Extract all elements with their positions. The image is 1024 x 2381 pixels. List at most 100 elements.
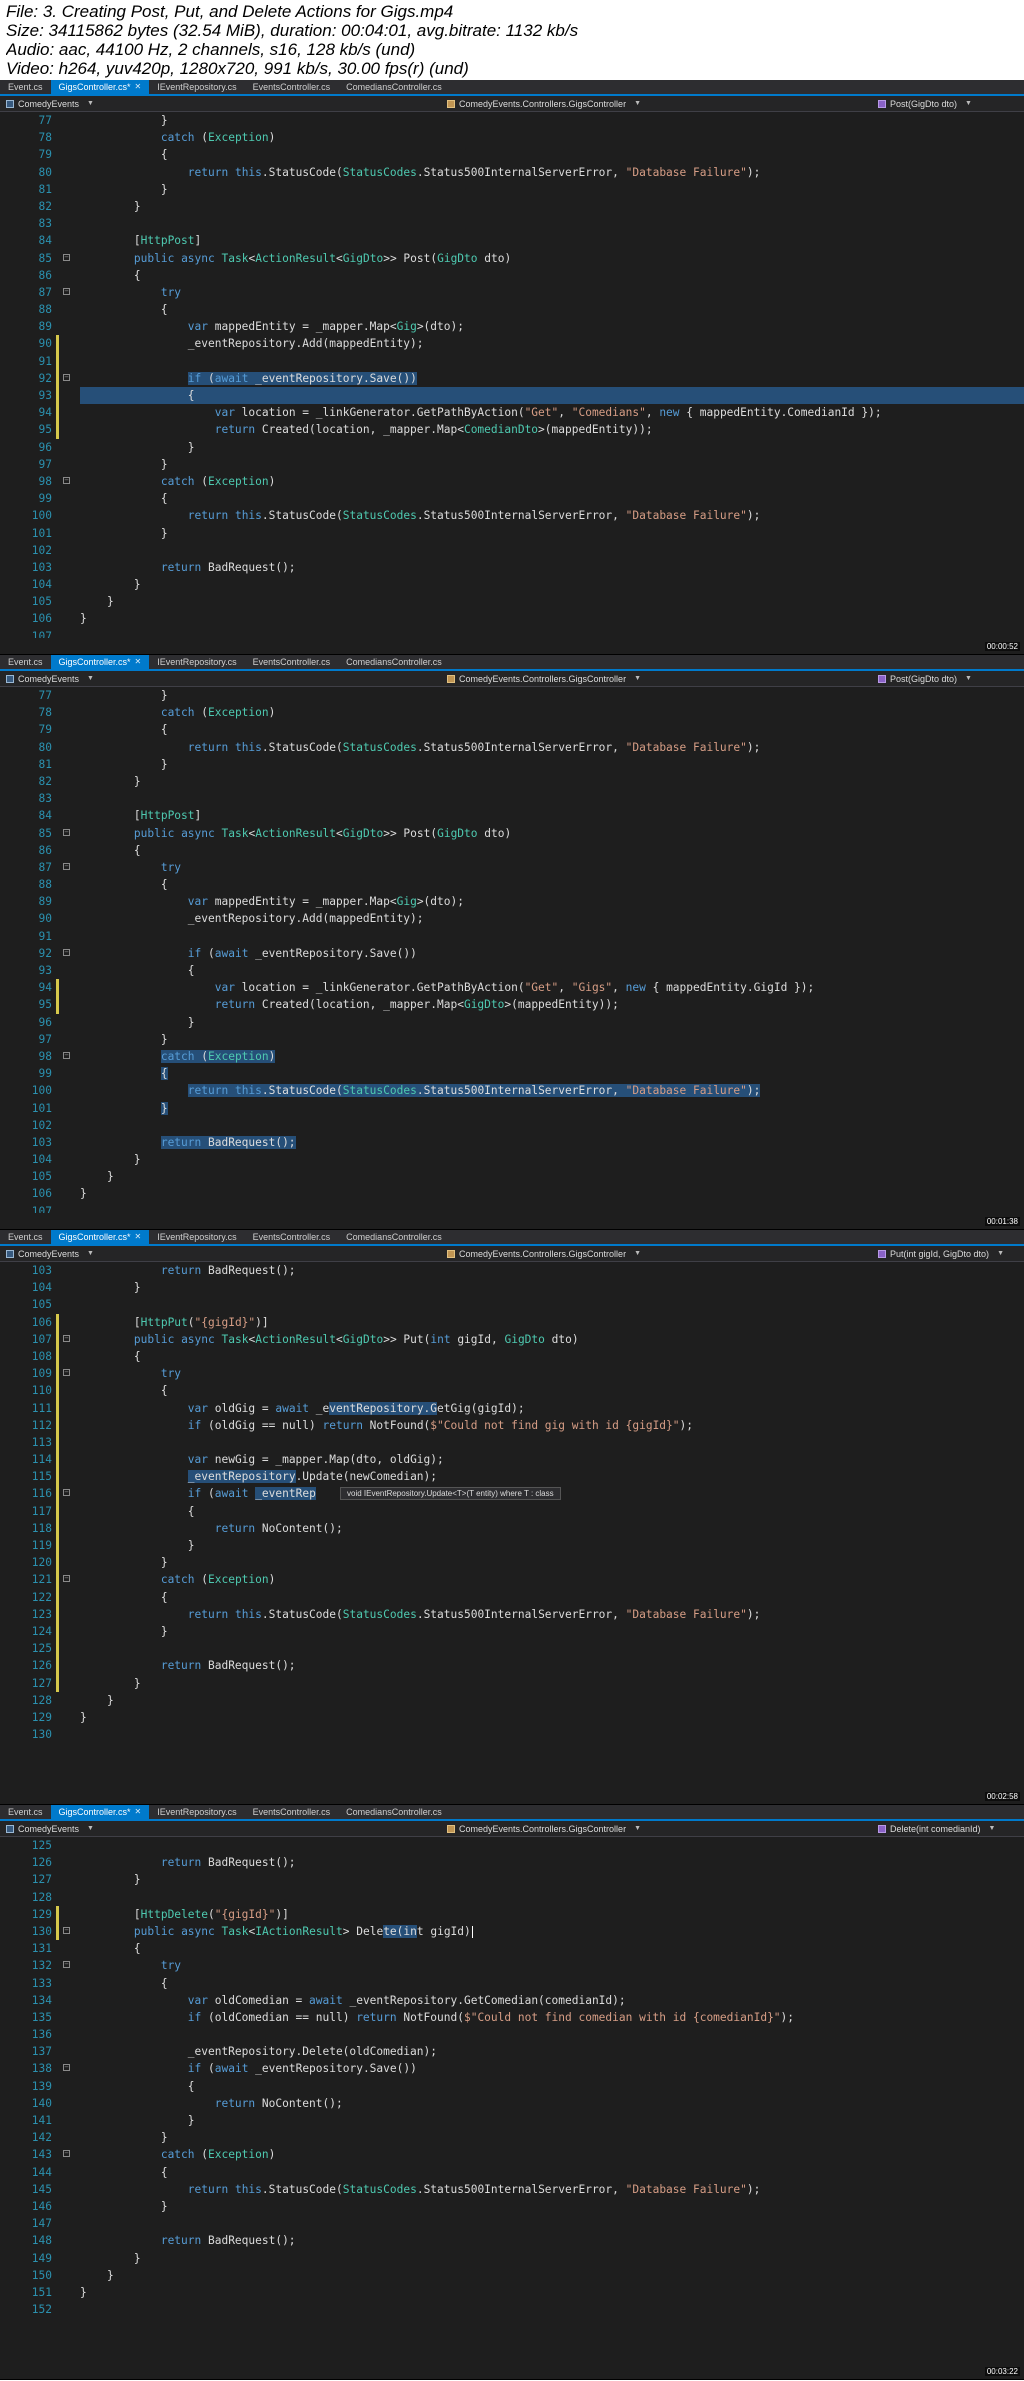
type-dropdown[interactable]: ComedyEvents.Controllers.GigsController ▼ [441,1824,872,1834]
type-dropdown[interactable]: ComedyEvents.Controllers.GigsController ▼ [441,99,872,109]
code-line[interactable]: 107 [0,628,1024,638]
code-line[interactable]: 78 catch (Exception) [0,704,1024,721]
fold-toggle[interactable]: − [58,473,76,490]
code-line[interactable]: 138 − if (await _eventRepository.Save()) [0,2060,1024,2077]
code-line[interactable]: 143 − catch (Exception) [0,2146,1024,2163]
close-icon[interactable]: ✕ [135,655,142,669]
project-dropdown[interactable]: ComedyEvents ▼ [0,1249,441,1259]
code-line[interactable]: 92 − if (await _eventRepository.Save()) [0,369,1024,387]
tab-file[interactable]: Event.cs [0,655,51,669]
tab-file[interactable]: EventsController.cs [245,1805,339,1819]
fold-toggle[interactable]: − [58,2060,76,2077]
fold-toggle[interactable]: − [58,250,76,267]
code-line[interactable]: 85 − public async Task<ActionResult<GigDt… [0,825,1024,842]
tab-file[interactable]: IEventRepository.cs [149,655,244,669]
code-line[interactable]: 142 } [0,2129,1024,2146]
tab-file[interactable]: GigsController.cs* ✕ [50,1230,150,1244]
tab-file[interactable]: ComediansController.cs [338,80,450,94]
tab-file[interactable]: ComediansController.cs [338,655,450,669]
code-line[interactable]: 88 { [0,876,1024,893]
tab-file[interactable]: IEventRepository.cs [149,1230,244,1244]
code-line[interactable]: 145 return this.StatusCode(StatusCodes.S… [0,2181,1024,2198]
code-line[interactable]: 146 } [0,2198,1024,2215]
code-line[interactable]: 150 } [0,2267,1024,2284]
code-line[interactable]: 130 − public async Task<IActionResult> De… [0,1922,1024,1941]
code-line[interactable]: 133 { [0,1975,1024,1992]
code-line[interactable]: 89 var mappedEntity = _mapper.Map<Gig>(d… [0,893,1024,910]
code-line[interactable]: 122 { [0,1588,1024,1606]
member-dropdown[interactable]: Put(int gigId, GigDto dto) ▼ [872,1249,1024,1259]
code-line[interactable]: 79 { [0,146,1024,163]
fold-toggle[interactable]: − [58,1571,76,1588]
code-line[interactable]: 81 } [0,181,1024,198]
code-line[interactable]: 103 return BadRequest(); [0,1262,1024,1279]
code-line[interactable]: 135 if (oldComedian == null) return NotF… [0,2009,1024,2026]
code-line[interactable]: 93 { [0,962,1024,979]
code-line[interactable]: 115 _eventRepository.Update(newComedian)… [0,1468,1024,1486]
code-line[interactable]: 87 − try [0,284,1024,301]
code-line[interactable]: 151} [0,2284,1024,2301]
code-line[interactable]: 112 if (oldGig == null) return NotFound(… [0,1416,1024,1434]
code-line[interactable]: 100 return this.StatusCode(StatusCodes.S… [0,507,1024,524]
code-line[interactable]: 101 } [0,525,1024,542]
code-line[interactable]: 141 } [0,2112,1024,2129]
fold-toggle[interactable]: − [58,2146,76,2163]
member-dropdown[interactable]: Post(GigDto dto) ▼ [872,674,1024,684]
code-line[interactable]: 126 return BadRequest(); [0,1854,1024,1871]
code-line[interactable]: 95 return Created(location, _mapper.Map<… [0,996,1024,1014]
code-line[interactable]: 108 { [0,1347,1024,1366]
code-line[interactable]: 139 { [0,2078,1024,2095]
tab-file[interactable]: ComediansController.cs [338,1805,450,1819]
code-line[interactable]: 94 var location = _linkGenerator.GetPath… [0,404,1024,422]
code-line[interactable]: 119 } [0,1537,1024,1555]
code-line[interactable]: 110 { [0,1382,1024,1400]
type-dropdown[interactable]: ComedyEvents.Controllers.GigsController ▼ [441,1249,872,1259]
code-editor[interactable]: 103 return BadRequest(); 104 } 105 106 [Htt… [0,1262,1024,1788]
fold-toggle[interactable]: − [58,945,76,962]
code-line[interactable]: 95 return Created(location, _mapper.Map<… [0,421,1024,439]
fold-toggle[interactable]: − [58,370,76,387]
fold-toggle[interactable]: − [58,284,76,301]
tab-file[interactable]: GigsController.cs* ✕ [50,1805,150,1819]
tab-file[interactable]: IEventRepository.cs [149,80,244,94]
code-line[interactable]: 84 [HttpPost] [0,232,1024,249]
code-line[interactable]: 92 − if (await _eventRepository.Save()) [0,945,1024,962]
project-dropdown[interactable]: ComedyEvents ▼ [0,99,441,109]
code-line[interactable]: 125 [0,1837,1024,1854]
code-line[interactable]: 93 { [0,387,1024,405]
close-icon[interactable]: ✕ [135,80,142,94]
code-line[interactable]: 104 } [0,1151,1024,1168]
tab-file[interactable]: ComediansController.cs [338,1230,450,1244]
code-line[interactable]: 87 − try [0,859,1024,876]
close-icon[interactable]: ✕ [135,1805,142,1819]
code-line[interactable]: 114 var newGig = _mapper.Map(dto, oldGig… [0,1451,1024,1469]
code-line[interactable]: 99 { [0,490,1024,507]
type-dropdown[interactable]: ComedyEvents.Controllers.GigsController ▼ [441,674,872,684]
fold-toggle[interactable]: − [58,1485,76,1502]
code-line[interactable]: 79 { [0,721,1024,738]
code-line[interactable]: 106} [0,1185,1024,1202]
code-line[interactable]: 99 { [0,1065,1024,1082]
code-line[interactable]: 86 { [0,267,1024,284]
code-line[interactable]: 80 return this.StatusCode(StatusCodes.St… [0,164,1024,181]
code-line[interactable]: 82 } [0,198,1024,215]
code-line[interactable]: 81 } [0,756,1024,773]
code-line[interactable]: 103 return BadRequest(); [0,1134,1024,1151]
tab-file[interactable]: EventsController.cs [245,80,339,94]
code-line[interactable]: 100 return this.StatusCode(StatusCodes.S… [0,1082,1024,1099]
project-dropdown[interactable]: ComedyEvents ▼ [0,1824,441,1834]
code-line[interactable]: 129 [HttpDelete("{gigId}")] [0,1905,1024,1923]
code-line[interactable]: 129} [0,1709,1024,1726]
code-line[interactable]: 98 − catch (Exception) [0,1048,1024,1065]
member-dropdown[interactable]: Post(GigDto dto) ▼ [872,99,1024,109]
code-line[interactable]: 121 − catch (Exception) [0,1571,1024,1589]
code-line[interactable]: 104 } [0,1279,1024,1296]
code-line[interactable]: 90 _eventRepository.Add(mappedEntity); [0,335,1024,353]
tab-file[interactable]: IEventRepository.cs [149,1805,244,1819]
code-line[interactable]: 107 − public async Task<ActionResult<GigD… [0,1330,1024,1348]
code-line[interactable]: 84 [HttpPost] [0,807,1024,824]
code-line[interactable]: 98 − catch (Exception) [0,473,1024,490]
fold-toggle[interactable]: − [58,1048,76,1065]
code-line[interactable]: 106} [0,610,1024,627]
code-line[interactable]: 127 } [0,1871,1024,1888]
